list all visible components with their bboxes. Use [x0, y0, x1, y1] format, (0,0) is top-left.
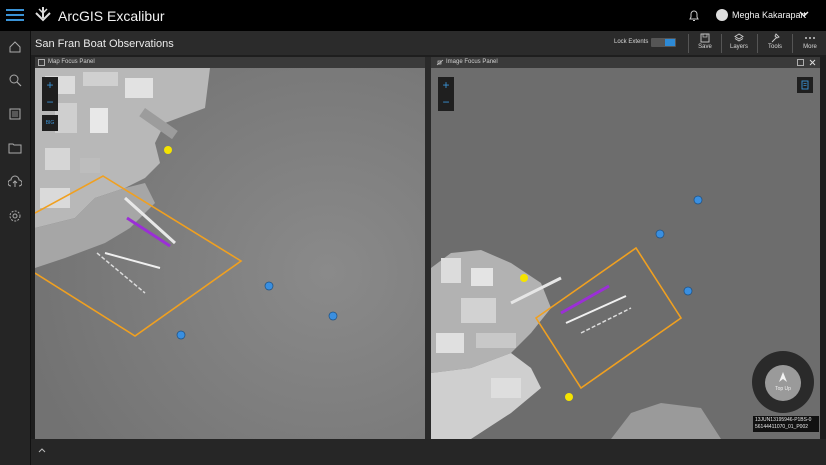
observation-marker: [328, 311, 338, 321]
toolbar-divider: [721, 34, 722, 53]
image-id-line-1: 13JUN13195946-P1BS-0: [755, 417, 812, 423]
toolbar-divider: [792, 34, 793, 53]
lock-extents-label: Lock Extents: [614, 39, 649, 45]
observation-marker: [655, 229, 665, 239]
save-button[interactable]: Save: [690, 33, 720, 55]
image-zoom-in-button[interactable]: +: [438, 77, 454, 94]
more-icon: [805, 37, 815, 39]
upload-icon[interactable]: [8, 175, 22, 189]
bottom-drawer: [31, 439, 826, 465]
tools-button[interactable]: Tools: [760, 33, 790, 55]
compass-dial[interactable]: [765, 365, 801, 401]
observation-marker: [683, 286, 693, 296]
observation-marker: [520, 274, 528, 282]
home-icon[interactable]: [8, 40, 22, 54]
hamburger-menu-icon[interactable]: [6, 6, 24, 24]
observation-marker: [164, 146, 172, 154]
map-panel-title: Map Focus Panel: [48, 59, 95, 65]
basemap-badge-text: BIG: [45, 120, 55, 126]
map-icon: [38, 59, 45, 66]
image-panel-title: Image Focus Panel: [446, 59, 498, 65]
user-name[interactable]: Megha Kakarapart: [732, 10, 806, 20]
image-id-label: 13JUN13195946-P1BS-0 56144411070_01_P002: [753, 416, 819, 432]
toolbar-divider: [688, 34, 689, 53]
toolbar-divider: [757, 34, 758, 53]
chevron-up-icon[interactable]: [38, 447, 46, 453]
top-up-label: Top Up: [775, 386, 791, 392]
notification-bell-icon[interactable]: [688, 9, 700, 22]
arcgis-logo-icon: [35, 7, 51, 22]
search-icon[interactable]: [8, 73, 22, 87]
north-arrow-icon: [779, 372, 787, 382]
document-icon: [801, 80, 809, 90]
layers-label: Layers: [729, 44, 748, 50]
more-button[interactable]: More: [795, 33, 825, 55]
image-zoom-controls: + −: [438, 77, 454, 111]
lock-extents-toggle[interactable]: [651, 38, 676, 47]
layers-button[interactable]: Layers: [724, 33, 754, 55]
map-view[interactable]: [35, 68, 425, 439]
save-label: Save: [698, 44, 712, 50]
maximize-icon[interactable]: [797, 59, 804, 66]
satellite-icon: [436, 59, 444, 66]
map-zoom-controls: + −: [42, 77, 58, 111]
page-title: San Fran Boat Observations: [35, 38, 174, 50]
tools-icon: [771, 33, 780, 43]
app-title: ArcGIS Excalibur: [58, 8, 165, 24]
observation-marker: [264, 281, 274, 291]
image-zoom-out-button[interactable]: −: [438, 94, 454, 111]
map-imagery: [35, 68, 425, 439]
library-icon[interactable]: [8, 107, 22, 121]
observation-marker: [176, 330, 186, 340]
image-id-line-2: 56144411070_01_P002: [755, 424, 809, 430]
chevron-down-icon[interactable]: [799, 10, 809, 18]
layers-icon: [734, 33, 744, 42]
zoom-out-button[interactable]: −: [42, 94, 58, 111]
observation-marker: [693, 195, 703, 205]
more-label: More: [803, 44, 817, 50]
tools-label: Tools: [767, 44, 782, 50]
side-navigation: [0, 31, 31, 465]
save-icon: [700, 33, 710, 43]
image-info-button[interactable]: [797, 77, 813, 93]
close-icon[interactable]: [809, 59, 816, 66]
settings-icon[interactable]: [8, 209, 22, 223]
avatar[interactable]: [716, 9, 728, 21]
folder-icon[interactable]: [8, 141, 22, 155]
zoom-in-button[interactable]: +: [42, 77, 58, 94]
basemap-badge[interactable]: BIG: [42, 115, 58, 131]
observation-marker: [565, 393, 573, 401]
